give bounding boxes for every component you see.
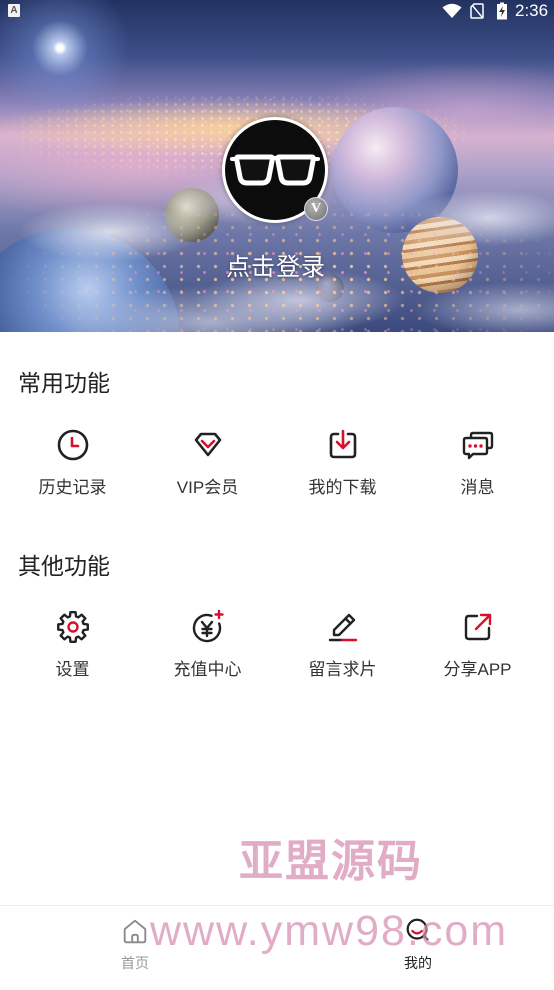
clock-icon: [57, 429, 88, 461]
messages-item[interactable]: 消息: [410, 427, 545, 499]
message-icon: [462, 431, 493, 460]
profile-page: V 点击登录 A 2:36 常用功能 历史记录 VIP会员 我的下载 消息 其他…: [0, 0, 554, 990]
common-functions-grid: 历史记录 VIP会员 我的下载 消息: [5, 427, 545, 499]
share-icon: [464, 613, 491, 641]
battery-charging-icon: [497, 2, 507, 20]
edit-icon: [328, 613, 357, 642]
status-bar: A 2:36: [0, 0, 554, 22]
home-icon: [123, 919, 147, 944]
history-item[interactable]: 历史记录: [5, 427, 140, 499]
wifi-icon: [442, 3, 462, 18]
recharge-item[interactable]: 充值中心: [140, 609, 275, 681]
clock-time: 2:36: [515, 1, 549, 20]
settings-label: 设置: [55, 660, 90, 679]
messages-label: 消息: [460, 478, 495, 497]
request-item[interactable]: 留言求片: [275, 609, 410, 681]
nav-mine-label: 我的: [404, 955, 432, 971]
downloads-item[interactable]: 我的下载: [275, 427, 410, 499]
login-link[interactable]: 点击登录: [176, 253, 376, 283]
watermark-url: www.ymw98.com: [150, 907, 509, 955]
gear-icon: [56, 611, 89, 643]
history-label: 历史记录: [38, 478, 107, 497]
nav-home-label: 首页: [121, 955, 149, 971]
diamond-icon: [194, 432, 221, 457]
other-functions-grid: 设置 充值中心 留言求片 分享APP: [5, 609, 545, 681]
other-functions-title: 其他功能: [18, 553, 110, 579]
download-icon: [329, 429, 356, 459]
yen-coin-icon: [192, 609, 224, 643]
share-item[interactable]: 分享APP: [410, 609, 545, 681]
profile-header-background: V 点击登录: [0, 0, 554, 332]
recharge-label: 充值中心: [173, 660, 242, 679]
request-label: 留言求片: [308, 660, 377, 679]
notification-icon: A: [8, 4, 20, 17]
vip-item[interactable]: VIP会员: [140, 427, 275, 499]
watermark-brand: 亚盟源码: [239, 837, 423, 886]
vip-label: VIP会员: [176, 478, 239, 497]
no-sim-icon: [470, 3, 484, 19]
common-functions-title: 常用功能: [18, 370, 110, 396]
settings-item[interactable]: 设置: [5, 609, 140, 681]
downloads-label: 我的下载: [308, 478, 377, 497]
vip-badge: V: [304, 197, 328, 221]
share-label: 分享APP: [443, 660, 512, 679]
